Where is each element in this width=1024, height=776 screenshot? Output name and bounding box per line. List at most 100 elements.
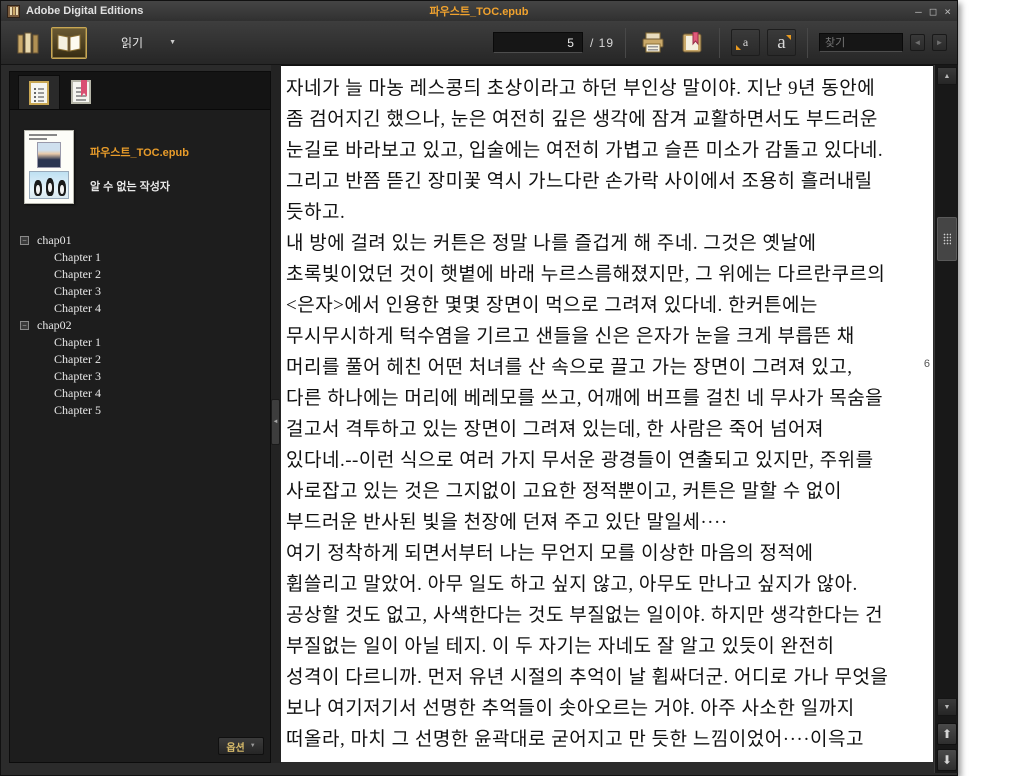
search-next-button[interactable]: ► — [932, 34, 947, 51]
toc-item[interactable]: Chapter 4 — [20, 300, 270, 317]
app-logo-icon — [7, 4, 20, 18]
arrow-up-icon: ⬆ — [941, 727, 953, 741]
decrease-font-button[interactable]: a — [731, 29, 760, 56]
next-page-button[interactable]: ⬇ — [937, 749, 957, 771]
bookmark-button[interactable] — [676, 28, 708, 58]
tab-bookmarks[interactable] — [60, 75, 102, 109]
maximize-button[interactable]: □ — [930, 6, 937, 17]
text-line: 그리고 반쯤 뜯긴 장미꽃 역시 가느다란 손가락 사이에서 조용히 흘러내릴 — [286, 171, 873, 192]
open-book-icon — [56, 32, 82, 54]
text-line: 휩쓸리고 말았어. 아무 일도 하고 싶지 않고, 아무도 만나고 싶지가 않아… — [286, 574, 858, 595]
vertical-scrollbar[interactable]: ▲ ▼ ⬆ ⬇ — [934, 65, 958, 773]
text-line: 보나 여기저기서 선명한 추억들이 솟아오르는 거야. 아주 사소한 일까지 — [286, 698, 855, 719]
toc-item[interactable]: Chapter 5 — [20, 402, 270, 419]
scroll-up-button[interactable]: ▲ — [937, 67, 957, 85]
search-previous-button[interactable]: ◄ — [910, 34, 925, 51]
toc-group-chap02[interactable]: − chap02 — [20, 317, 270, 334]
scroll-down-button[interactable]: ▼ — [937, 698, 957, 716]
bookmark-book-icon — [680, 31, 704, 54]
view-menu-label: 읽기 — [121, 36, 144, 50]
toc-item[interactable]: Chapter 2 — [20, 351, 270, 368]
toolbar: 읽기 ▼ / 19 — [1, 21, 957, 65]
reading-pane: 자네가 늘 마농 레스콩듸 초상이라고 하던 부인상 말이야. 지난 9년 동안… — [281, 65, 933, 762]
text-line: 좀 검어지긴 했으나, 눈은 여전히 깊은 생각에 잠겨 교활하면서도 부드러운 — [286, 109, 878, 130]
search-input[interactable] — [819, 33, 903, 52]
library-view-button[interactable] — [13, 28, 45, 58]
toc-item[interactable]: Chapter 3 — [20, 368, 270, 385]
page-number-label: 6 — [923, 358, 930, 370]
increase-font-label: a — [777, 31, 786, 53]
app-title: Adobe Digital Editions — [26, 5, 144, 17]
close-button[interactable]: × — [944, 6, 951, 17]
sidebar-tabstrip — [10, 72, 270, 110]
page-number-input[interactable] — [492, 32, 583, 53]
book-cover-thumbnail[interactable] — [24, 130, 74, 204]
scrollbar-thumb[interactable] — [937, 217, 957, 261]
toc-item[interactable]: Chapter 1 — [20, 249, 270, 266]
previous-page-button[interactable]: ⬆ — [937, 723, 957, 745]
arrow-left-icon: ◄ — [272, 419, 279, 425]
arrow-down-icon: ⬇ — [941, 753, 953, 767]
page-total-label: / 19 — [589, 35, 614, 50]
text-line: 내 방에 걸려 있는 커튼은 정말 나를 즐겁게 해 주네. 그것은 옛날에 — [286, 233, 817, 254]
app-window: Adobe Digital Editions 파우스트_TOC.epub – □… — [0, 0, 958, 776]
toolbar-separator — [807, 27, 808, 58]
title-bar: Adobe Digital Editions 파우스트_TOC.epub – □… — [1, 1, 957, 21]
print-button[interactable] — [637, 28, 669, 58]
sidebar-collapse-handle[interactable]: ◄ — [271, 399, 280, 445]
page-text: 자네가 늘 마농 레스콩듸 초상이라고 하던 부인상 말이야. 지난 9년 동안… — [281, 66, 933, 755]
book-author: 알 수 없는 작성자 — [90, 181, 171, 193]
chevron-down-icon: ▼ — [169, 39, 177, 46]
text-line: 성격이 다르니까. 먼저 유년 시절의 추억이 날 휩싸더군. 어디로 가나 무… — [286, 667, 889, 688]
text-line: 듯하고. — [286, 202, 346, 223]
text-line: 여기 정착하게 되면서부터 나는 무언지 모를 이상한 마음의 정적에 — [286, 543, 814, 564]
toc-item[interactable]: Chapter 4 — [20, 385, 270, 402]
text-line: 초록빛이었던 것이 햇볕에 바래 누르스름해졌지만, 그 위에는 다르란쿠르의 — [286, 264, 886, 285]
collapse-minus-icon[interactable]: − — [20, 236, 29, 245]
sidebar: 파우스트_TOC.epub 알 수 없는 작성자 − chap01 Chapte… — [9, 71, 271, 763]
smaller-arrow-icon — [736, 45, 741, 50]
text-line: 무시무시하게 턱수염을 기르고 샌들을 신은 은자가 눈을 크게 부릅뜬 채 — [286, 326, 855, 347]
toc-item[interactable]: Chapter 1 — [20, 334, 270, 351]
collapse-minus-icon[interactable]: − — [20, 321, 29, 330]
document-title: 파우스트_TOC.epub — [429, 6, 529, 18]
red-ribbon-icon — [81, 80, 87, 97]
text-line: 사로잡고 있는 것은 그지없이 고요한 정적뿐이고, 커튼은 말할 수 없이 — [286, 481, 842, 502]
toolbar-separator — [625, 27, 626, 58]
text-line: 눈길로 바라보고 있고, 입술에는 여전히 가볍고 슬픈 미소가 감돌고 있다네… — [286, 140, 884, 161]
triangle-down-icon: ▼ — [943, 703, 951, 711]
minimize-button[interactable]: – — [915, 6, 922, 17]
text-line: 자네가 늘 마농 레스콩듸 초상이라고 하던 부인상 말이야. 지난 9년 동안… — [286, 78, 876, 99]
arrow-left-icon: ◄ — [913, 38, 922, 47]
tab-table-of-contents[interactable] — [18, 75, 60, 109]
toc-list-icon — [29, 80, 49, 105]
increase-font-button[interactable]: a — [767, 29, 796, 56]
chevron-down-icon: ▼ — [249, 743, 256, 749]
toc-group-label: chap02 — [37, 318, 72, 332]
text-line: 있다네.--이런 식으로 여러 가지 무서운 광경들이 연출되고 있지만, 주위… — [286, 450, 874, 471]
view-menu[interactable]: 읽기 ▼ — [121, 34, 176, 51]
toc-tree: − chap01 Chapter 1 Chapter 2 Chapter 3 C… — [20, 232, 270, 419]
reading-view-button[interactable] — [51, 26, 87, 59]
toc-item[interactable]: Chapter 2 — [20, 266, 270, 283]
printer-icon — [641, 32, 665, 54]
cover-photo-penguins — [29, 171, 69, 199]
grip-dots-icon — [943, 233, 951, 245]
larger-arrow-icon — [786, 35, 791, 40]
toc-group-label: chap01 — [37, 233, 72, 247]
text-line: <은자>에서 인용한 몇몇 장면이 먹으로 그려져 있다네. 한커튼에는 — [286, 295, 818, 316]
library-books-icon — [17, 32, 41, 54]
toc-group-chap01[interactable]: − chap01 — [20, 232, 270, 249]
cover-photo-boy — [37, 142, 61, 168]
toc-item[interactable]: Chapter 3 — [20, 283, 270, 300]
text-line: 다른 하나에는 머리에 베레모를 쓰고, 어깨에 버프를 걸친 네 무사가 목숨… — [286, 388, 884, 409]
text-line: 공상할 것도 없고, 사색한다는 것도 부질없는 일이야. 하지만 생각한다는 … — [286, 605, 884, 626]
text-line: 부질없는 일이 아닐 테지. 이 두 자기는 자네도 잘 알고 있듯이 완전히 — [286, 636, 835, 657]
arrow-right-icon: ► — [935, 38, 944, 47]
options-button[interactable]: 옵션 ▼ — [218, 737, 264, 755]
decrease-font-label: a — [742, 35, 749, 49]
toolbar-separator — [719, 27, 720, 58]
triangle-up-icon: ▲ — [943, 72, 951, 80]
text-line: 부드러운 반사된 빛을 천장에 던져 주고 있단 말일세···· — [286, 512, 728, 533]
options-button-label: 옵션 — [226, 742, 245, 754]
